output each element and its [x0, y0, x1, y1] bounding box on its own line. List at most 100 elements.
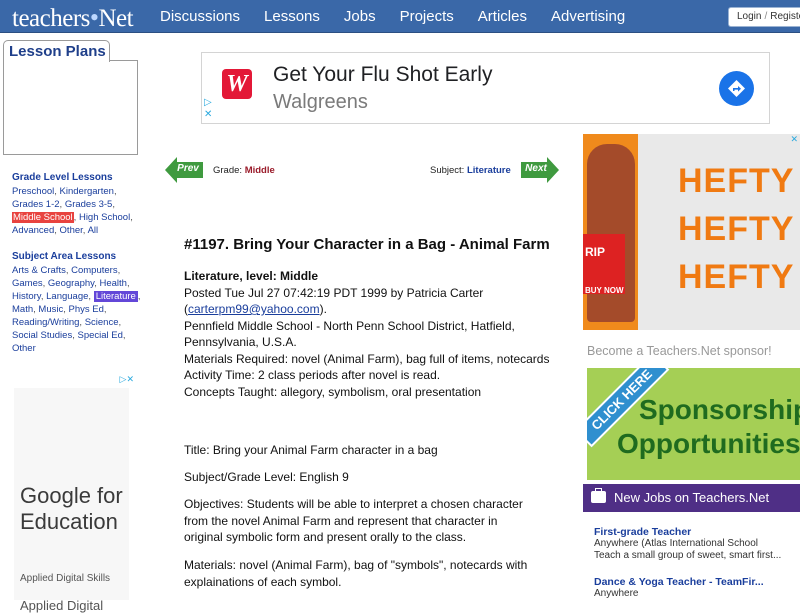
subject-link-math[interactable]: Math — [12, 304, 33, 315]
login-link[interactable]: Login — [737, 11, 761, 22]
directions-arrow-icon[interactable] — [719, 71, 754, 106]
ad-info-icon[interactable]: ▷ — [204, 97, 212, 108]
google-education-ad[interactable]: ▷✕ Google for Education Applied Digital … — [12, 374, 134, 613]
subject-link-other[interactable]: Other — [12, 343, 36, 354]
briefcase-icon — [591, 488, 606, 503]
grade-link-middle-school[interactable]: Middle School — [12, 212, 74, 223]
nav-advertising[interactable]: Advertising — [551, 8, 625, 25]
body-materials: Materials: novel (Animal Farm), bag of "… — [184, 558, 528, 589]
grade-link-preschool[interactable]: Preschool — [12, 186, 54, 197]
job-listing[interactable]: Dance & Yoga Teacher - TeamFir... Anywhe… — [594, 576, 794, 600]
sponsorship-banner[interactable]: CLICK HERE Sponsorship Opportunities — [587, 368, 800, 480]
subject-link-science[interactable]: Science — [85, 317, 119, 328]
nav-jobs[interactable]: Jobs — [344, 8, 376, 25]
hefty-ad-figure — [587, 144, 635, 322]
subject-link-reading-writing[interactable]: Reading/Writing — [12, 317, 79, 328]
job-location: Anywhere (Atlas International School — [594, 538, 758, 549]
google-ad-title: Google for Education — [20, 483, 123, 534]
sponsorship-text: Sponsorship — [639, 394, 800, 425]
grade-link-kindergarten[interactable]: Kindergarten — [60, 186, 114, 197]
nav-projects[interactable]: Projects — [400, 8, 454, 25]
login-register-box: Login/Registe — [728, 7, 800, 27]
nav-lessons[interactable]: Lessons — [264, 8, 320, 25]
grade-link-all[interactable]: All — [88, 225, 99, 236]
subject-link-arts-crafts[interactable]: Arts & Crafts — [12, 265, 66, 276]
nav-articles[interactable]: Articles — [478, 8, 527, 25]
job-listing[interactable]: First-grade Teacher Anywhere (Atlas Inte… — [594, 526, 794, 562]
subject-link-health[interactable]: Health — [100, 278, 127, 289]
grade-link-high-school[interactable]: High School — [79, 212, 130, 223]
subject-link-language[interactable]: Language — [46, 291, 88, 302]
subject-link-special-ed[interactable]: Special Ed — [77, 330, 122, 341]
lesson-level: Literature, level: Middle — [184, 269, 319, 283]
register-link[interactable]: Registe — [770, 11, 800, 22]
next-label: Next — [525, 163, 547, 174]
grade-link-grades-1-2[interactable]: Grades 1-2 — [12, 199, 60, 210]
logo-tld: net — [98, 5, 134, 32]
new-jobs-header[interactable]: New Jobs on Teachers.Net — [583, 484, 800, 512]
next-lesson-button[interactable]: Next — [521, 157, 559, 183]
subject-link-history[interactable]: History — [12, 291, 41, 302]
subject-area-section: Subject Area Lessons Arts & Crafts, Comp… — [12, 251, 141, 354]
body-title: Title: Bring your Animal Farm character … — [184, 443, 438, 457]
grade-level-section: Grade Level Lessons Preschool, Kindergar… — [12, 171, 142, 237]
lesson-materials-required: Materials Required: novel (Animal Farm),… — [184, 351, 550, 366]
subject-indicator: Subject: Literature — [430, 165, 511, 176]
subject-link-computers[interactable]: Computers — [71, 265, 117, 276]
banner-headline: Get Your Flu Shot Early — [273, 63, 493, 86]
new-jobs-title: New Jobs on Teachers.Net — [614, 490, 770, 505]
walgreens-logo-icon: W — [222, 69, 252, 99]
hefty-word-2: HEFTY — [678, 210, 795, 248]
grade-link-grades-3-5[interactable]: Grades 3-5 — [65, 199, 113, 210]
subject-link-social-studies[interactable]: Social Studies — [12, 330, 72, 341]
author-email-link[interactable]: carterpm99@yahoo.com — [188, 302, 320, 316]
grade-value-link[interactable]: Middle — [245, 165, 275, 176]
sponsor-invite-text[interactable]: Become a Teachers.Net sponsor! — [587, 344, 772, 358]
subject-link-games[interactable]: Games — [12, 278, 43, 289]
lesson-meta: Literature, level: Middle Posted Tue Jul… — [184, 268, 554, 400]
body-subject: Subject/Grade Level: English 9 — [184, 470, 349, 484]
prev-lesson-button[interactable]: Prev — [165, 157, 203, 183]
lesson-activity-time: Activity Time: 2 class periods after nov… — [184, 368, 441, 382]
subject-link-music[interactable]: Music — [38, 304, 63, 315]
nav-discussions[interactable]: Discussions — [160, 8, 240, 25]
logo-text: teachers — [12, 5, 90, 32]
lesson-title: #1197. Bring Your Character in a Bag - A… — [184, 236, 550, 253]
hefty-ad-package-text: RIP — [585, 245, 606, 259]
top-nav-bar: teachers•net Discussions Lessons Jobs Pr… — [0, 0, 800, 33]
lesson-header: #1197. Bring Your Character in a Bag - A… — [184, 236, 554, 400]
job-title-link[interactable]: First-grade Teacher — [594, 526, 794, 538]
hefty-ad-close-icon[interactable]: ✕ — [790, 134, 798, 145]
grade-indicator: Grade: Middle — [213, 165, 275, 176]
prev-label: Prev — [177, 163, 199, 174]
site-logo[interactable]: teachers•net — [12, 3, 134, 33]
banner-brand: Walgreens — [273, 91, 368, 113]
grade-link-other[interactable]: Other — [60, 225, 83, 236]
google-ad-subtitle-2: Applied Digital — [20, 598, 104, 613]
google-ad-subtitle: Applied Digital Skills — [20, 573, 111, 584]
lesson-plans-tab[interactable]: Lesson Plans — [3, 40, 110, 62]
grade-link-advanced[interactable]: Advanced — [12, 225, 54, 236]
subject-area-heading: Subject Area Lessons — [12, 251, 117, 262]
grade-level-heading: Grade Level Lessons — [12, 172, 113, 183]
hefty-buy-now[interactable]: BUY NOW — [585, 286, 624, 295]
lesson-school: Pennfield Middle School - North Penn Sch… — [184, 318, 515, 350]
subject-link-literature[interactable]: Literature — [93, 291, 138, 302]
subject-link-geography[interactable]: Geography — [48, 278, 94, 289]
hefty-word-1: HEFTY — [678, 162, 795, 200]
walgreens-banner-ad[interactable]: W Get Your Flu Shot Early Walgreens ▷ ✕ — [201, 52, 770, 124]
job-description: Teach a small group of sweet, smart firs… — [594, 550, 782, 561]
subject-link-phys-ed[interactable]: Phys Ed — [69, 304, 104, 315]
hefty-ad-package — [583, 234, 625, 294]
ad-close-icon[interactable]: ✕ — [204, 109, 212, 120]
subject-label: Subject: — [430, 165, 465, 176]
grade-label: Grade: — [213, 165, 243, 176]
lesson-plans-box — [3, 60, 138, 155]
adchoices-icon[interactable]: ▷✕ — [110, 374, 134, 387]
job-title-link[interactable]: Dance & Yoga Teacher - TeamFir... — [594, 576, 794, 588]
lesson-concepts: Concepts Taught: allegory, symbolism, or… — [184, 384, 482, 399]
hefty-ad[interactable]: RIP BUY NOW HEFTY HEFTY HEFTY ✕ — [583, 134, 800, 330]
main-nav: Discussions Lessons Jobs Projects Articl… — [160, 8, 649, 25]
opportunities-text: Opportunities — [617, 428, 800, 459]
subject-value-link[interactable]: Literature — [467, 165, 511, 176]
